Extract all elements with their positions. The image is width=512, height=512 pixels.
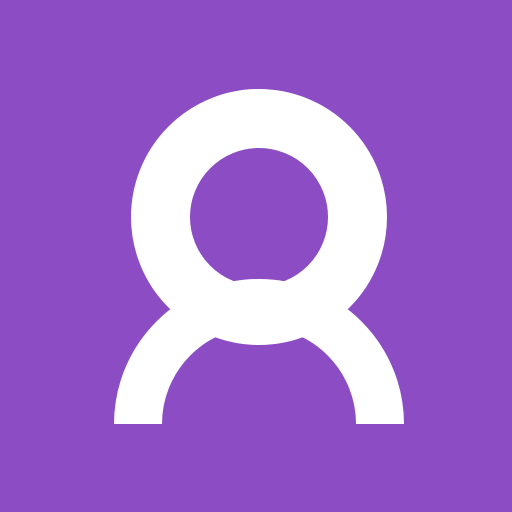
app-icon-tile[interactable] (0, 0, 512, 512)
user-profile-icon (114, 89, 404, 425)
user-shoulders-arc (114, 279, 404, 425)
